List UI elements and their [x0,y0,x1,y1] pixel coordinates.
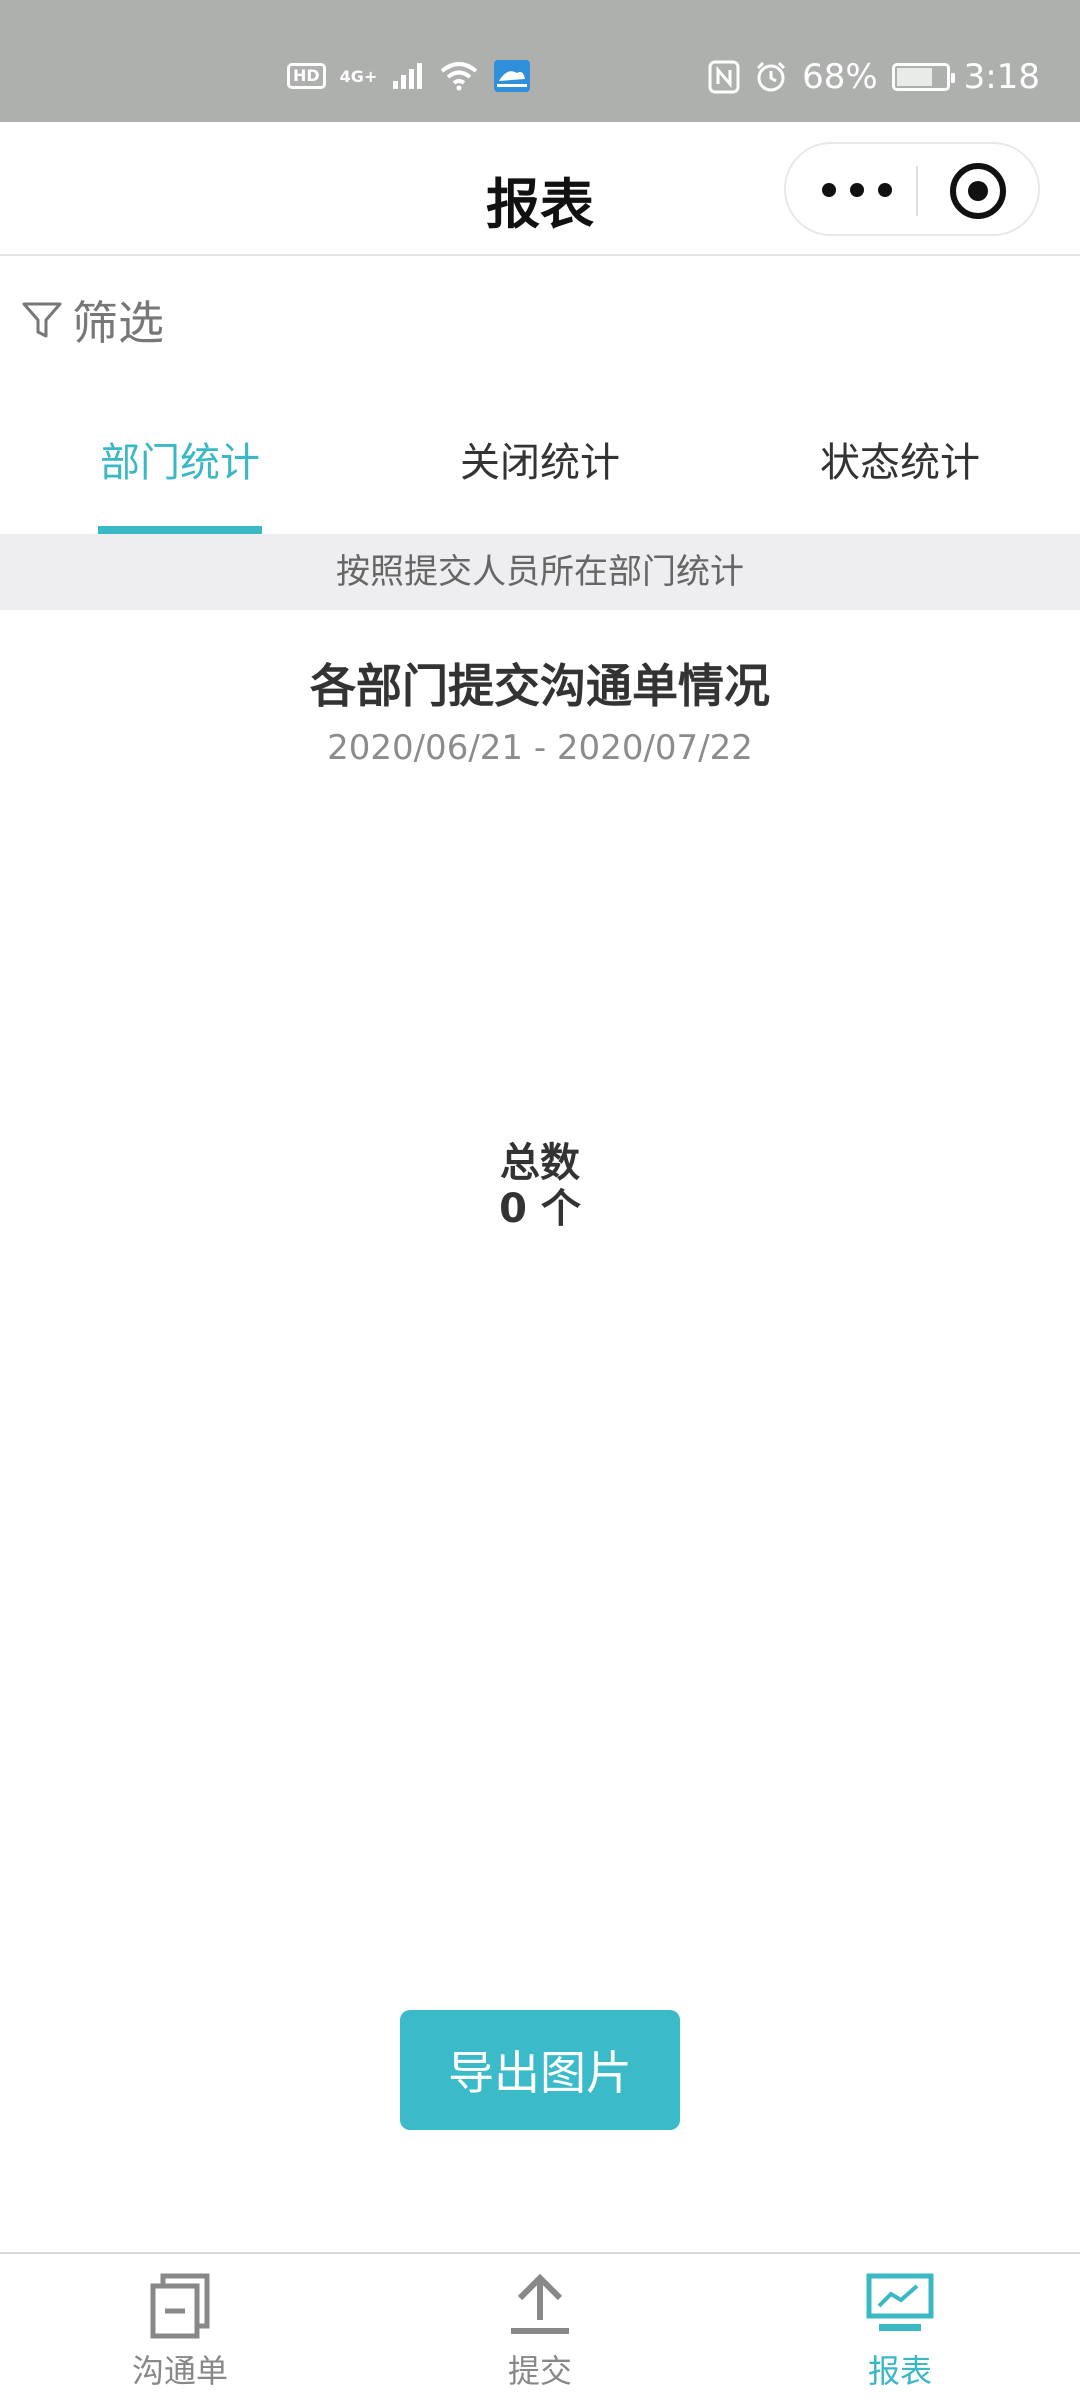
battery-icon [891,63,955,91]
filter-button[interactable]: 筛选 [20,290,164,350]
bottom-tab-bar: 沟通单 提交 报表 [0,2252,1080,2400]
total-label: 总数 [500,1140,580,1186]
tabbar-item-report[interactable]: 报表 [720,2254,1080,2400]
alarm-icon [757,61,786,92]
upload-icon [511,2273,569,2334]
status-center-icons: HD 4G+ [287,56,531,96]
capsule-divider [916,166,918,216]
tabbar-item-communication[interactable]: 沟通单 [0,2254,360,2400]
export-image-label: 导出图片 [448,2046,632,2100]
status-time: 3:18 [963,57,1040,97]
tabbar-label: 报表 [867,2352,932,2390]
tab-department-stats[interactable]: 部门统计 [0,400,360,534]
more-dot-icon [878,183,892,197]
tab-closed-stats[interactable]: 关闭统计 [360,400,720,534]
stats-description: 按照提交人员所在部门统计 [0,534,1080,610]
tab-label: 部门统计 [100,440,260,486]
stats-tabs: 部门统计 关闭统计 状态统计 [0,400,1080,534]
nfc-icon [708,60,740,94]
report-title: 各部门提交沟通单情况 [310,659,770,713]
tabbar-label: 提交 [507,2352,572,2390]
nav-bar: 报表 [0,122,1080,256]
export-image-button[interactable]: 导出图片 [400,2010,680,2130]
tab-active-indicator [98,526,262,534]
tab-status-stats[interactable]: 状态统计 [720,400,1080,534]
signal-label: 4G+ [339,66,378,86]
status-bar: HD 4G+ 68% 3:18 [0,0,1080,122]
mini-program-capsule [784,142,1040,236]
more-options-button[interactable] [822,172,892,208]
report-date-range: 2020/06/21 - 2020/07/22 [327,728,753,768]
tab-label: 状态统计 [820,440,980,486]
funnel-icon [22,302,62,338]
total-value: 0 个 [499,1186,581,1232]
app-notification-icon [494,60,531,92]
status-right-icons: 68% 3:18 [708,52,1040,102]
battery-percent: 68% [802,57,878,97]
wifi-icon [441,62,478,91]
signal-icon [393,63,423,89]
filter-label: 筛选 [72,296,164,350]
hd-badge: HD [287,63,326,89]
more-dot-icon [850,183,864,197]
document-icon [150,2273,210,2339]
close-mini-program-button[interactable] [950,163,1006,219]
more-dot-icon [822,183,836,197]
tab-label: 关闭统计 [460,440,620,486]
tabbar-label: 沟通单 [131,2352,228,2390]
chart-icon [866,2273,934,2331]
tabbar-item-submit[interactable]: 提交 [360,2254,720,2400]
